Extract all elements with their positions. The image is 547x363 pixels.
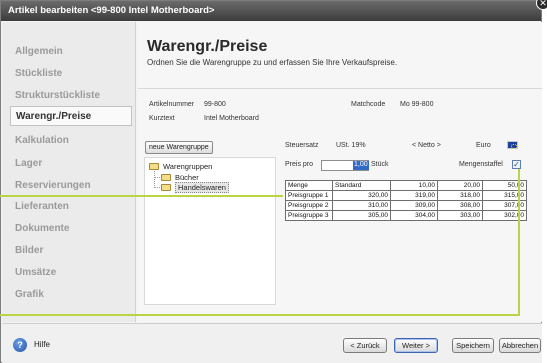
folder-icon: [161, 174, 171, 181]
sidebar-item-allgemein[interactable]: Allgemein: [10, 42, 132, 62]
preis-pro-input[interactable]: 1,00: [321, 160, 369, 171]
kurztext-label: Kurztext: [149, 115, 175, 122]
eu-flag-icon: [507, 141, 518, 149]
unit-label: Stück: [371, 161, 389, 168]
back-button[interactable]: < Zurück: [343, 338, 387, 353]
help-icon[interactable]: ?: [13, 338, 27, 352]
tree-connector: [154, 171, 155, 188]
folder-icon: [161, 184, 171, 191]
tree-connector: [154, 177, 160, 178]
warengruppen-tree: Warengruppen Bücher Handelswaren: [144, 157, 276, 305]
sidebar-item-lieferanten[interactable]: Lieferanten: [10, 197, 132, 217]
sidebar-item-grafik[interactable]: Grafik: [10, 285, 132, 305]
tree-item-label: Bücher: [175, 173, 199, 182]
price-cell[interactable]: 303,00: [437, 210, 483, 221]
sidebar-item-stueckliste[interactable]: Stückliste: [10, 64, 132, 84]
mengenstaffel-label: Mengenstaffel: [459, 161, 503, 168]
tree-item-handelswaren[interactable]: Handelswaren: [161, 182, 229, 193]
price-cell[interactable]: 319,00: [390, 190, 438, 201]
mengenstaffel-checkbox[interactable]: ✓: [512, 160, 521, 169]
next-button[interactable]: Weiter >: [394, 338, 438, 353]
new-warengruppe-button[interactable]: neue Warengruppe: [145, 141, 213, 154]
sidebar-item-umsaetze[interactable]: Umsätze: [10, 263, 132, 283]
help-label[interactable]: Hilfe: [34, 340, 50, 349]
header-cell[interactable]: 10,00: [390, 180, 438, 191]
callout-line-mengenstaffel-vertical: [518, 169, 520, 316]
page-title: Warengr./Preise: [147, 38, 268, 55]
price-cell[interactable]: 309,00: [390, 200, 438, 211]
preis-pro-value: 1,00: [353, 161, 369, 170]
currency-label: Euro: [476, 142, 491, 149]
table-row: Preisgruppe 2 310,00 309,00 308,00 307,0…: [285, 200, 527, 211]
sidebar-item-dokumente[interactable]: Dokumente: [10, 219, 132, 239]
sidebar-item-strukturstueckliste[interactable]: Strukturstückliste: [10, 86, 132, 106]
sidebar-item-bilder[interactable]: Bilder: [10, 241, 132, 261]
page-subtitle: Ordnen Sie die Warengruppe zu und erfass…: [147, 58, 398, 67]
steuersatz-label: Steuersatz: [285, 142, 319, 149]
table-header-row: Menge Standard 10,00 20,00 50,00: [285, 180, 527, 191]
header-cell[interactable]: 20,00: [437, 180, 483, 191]
sidebar-item-reservierungen[interactable]: Reservierungen: [10, 176, 132, 196]
sidebar-item-kalkulation[interactable]: Kalkulation: [10, 131, 132, 151]
callout-line-mengenstaffel: [0, 314, 520, 316]
row-label: Preisgruppe 3: [285, 210, 333, 221]
sidebar-item-lager[interactable]: Lager: [10, 154, 132, 174]
cancel-button[interactable]: Abbrechen: [499, 338, 541, 353]
price-cell[interactable]: 310,00: [332, 200, 391, 211]
matchcode-value: Mo 99-800: [400, 101, 434, 108]
preis-pro-label: Preis pro: [285, 161, 314, 168]
row-label: Preisgruppe 2: [285, 200, 333, 211]
netto-toggle[interactable]: < Netto >: [412, 142, 441, 149]
table-row: Preisgruppe 1 320,00 319,00 318,00 315,0…: [285, 190, 527, 201]
price-cell[interactable]: 305,00: [332, 210, 391, 221]
window-title: Artikel bearbeiten <99-800 Intel Motherb…: [1, 1, 541, 21]
folder-icon: [149, 163, 159, 170]
footer-bar: ? Hilfe < Zurück Weiter > Speichern Abbr…: [2, 323, 542, 363]
callout-line-warengruppe: [0, 195, 283, 197]
sidebar-item-warengruppen-preise[interactable]: Warengr./Preise: [10, 106, 132, 126]
price-cell[interactable]: 304,00: [390, 210, 438, 221]
matchcode-label: Matchcode: [351, 101, 386, 108]
table-row: Preisgruppe 3 305,00 304,00 303,00 302,0…: [285, 210, 527, 221]
tree-connector: [154, 187, 160, 188]
artikelnummer-label: Artikelnummer: [149, 101, 195, 108]
tree-item-label: Handelswaren: [175, 182, 229, 193]
row-label: Preisgruppe 1: [285, 190, 333, 201]
dialog-window: Artikel bearbeiten <99-800 Intel Motherb…: [0, 0, 542, 363]
price-cell[interactable]: 320,00: [332, 190, 391, 201]
tree-root-label: Warengruppen: [163, 162, 213, 171]
main-content: Warengr./Preise Ordnen Sie die Warengrup…: [138, 22, 542, 322]
artikelnummer-value: 99-800: [204, 101, 226, 108]
save-button[interactable]: Speichern: [452, 338, 494, 353]
price-cell[interactable]: 318,00: [437, 190, 483, 201]
tree-item-root[interactable]: Warengruppen: [149, 162, 212, 171]
kurztext-value: Intel Motherboard: [204, 115, 259, 122]
tree-item-buecher[interactable]: Bücher: [161, 173, 199, 182]
price-table: Menge Standard 10,00 20,00 50,00 Preisgr…: [285, 180, 527, 221]
header-cell: Menge: [285, 180, 333, 191]
price-cell[interactable]: 308,00: [437, 200, 483, 211]
header-divider: [138, 88, 542, 89]
sidebar: Allgemein Stückliste Strukturstückliste …: [2, 22, 136, 322]
header-cell: Standard: [332, 180, 391, 191]
steuersatz-value[interactable]: USt. 19%: [336, 142, 366, 149]
